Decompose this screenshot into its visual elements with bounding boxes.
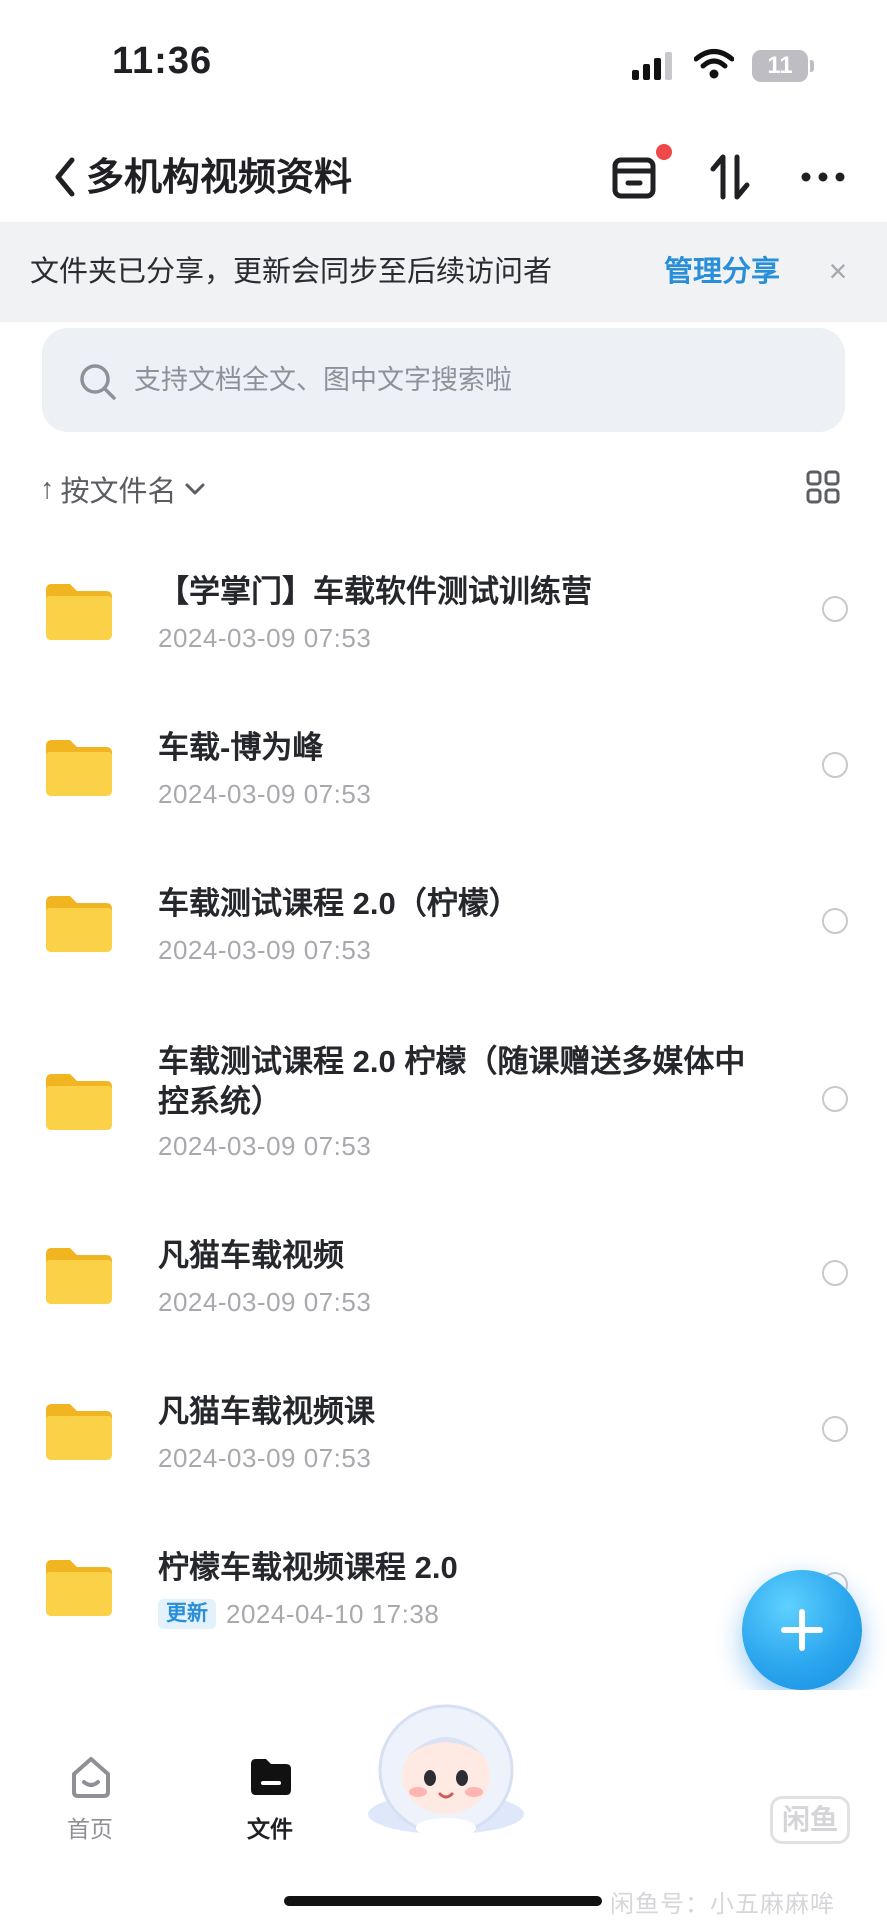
- file-date: 2024-03-09 07:53: [158, 779, 372, 809]
- tab-files-label: 文件: [247, 1816, 293, 1842]
- plus-icon: [781, 1609, 823, 1651]
- file-date: 2024-03-09 07:53: [158, 623, 372, 653]
- file-date: 2024-03-09 07:53: [158, 1287, 372, 1317]
- tab-files[interactable]: 文件: [220, 1754, 320, 1864]
- sort-arrow: ↑: [40, 472, 55, 505]
- search-input[interactable]: 支持文档全文、图中文字搜索啦: [42, 328, 845, 432]
- file-name: 柠檬车载视频课程 2.0: [158, 1550, 458, 1585]
- battery-indicator: 11: [752, 50, 808, 82]
- status-time: 11:36: [112, 40, 213, 82]
- page-title: 多机构视频资料: [86, 157, 353, 199]
- folder-icon: [46, 740, 112, 796]
- folder-icon: [46, 1560, 112, 1616]
- transfer-button[interactable]: [700, 144, 760, 210]
- inbox-icon: [612, 157, 656, 199]
- wifi-icon: [694, 49, 734, 79]
- folder-tab-icon: [251, 1759, 291, 1795]
- share-banner-text: 文件夹已分享，更新会同步至后续访问者: [30, 256, 553, 288]
- more-button[interactable]: [792, 144, 854, 210]
- close-icon[interactable]: ×: [820, 246, 856, 296]
- folder-icon: [46, 1074, 112, 1130]
- sort-by-name-button[interactable]: ↑ 按文件名: [40, 466, 207, 512]
- tab-home[interactable]: 首页: [40, 1754, 140, 1864]
- sort-bar: ↑ 按文件名: [0, 460, 887, 520]
- folder-icon: [46, 584, 112, 640]
- file-name: 凡猫车载视频: [158, 1238, 344, 1273]
- file-date: 2024-03-09 07:53: [158, 935, 372, 965]
- select-radio[interactable]: [822, 1086, 848, 1112]
- search-icon: [80, 364, 116, 400]
- notification-dot: [656, 144, 672, 160]
- file-name: 车载-博为峰: [158, 730, 324, 765]
- mascot-assistant-icon[interactable]: [362, 1696, 530, 1836]
- tab-home-label: 首页: [67, 1816, 113, 1842]
- folder-icon: [46, 896, 112, 952]
- folder-icon: [46, 1248, 112, 1304]
- add-button[interactable]: [742, 1570, 862, 1690]
- more-dots-icon: [801, 172, 845, 182]
- chevron-down-icon: [185, 483, 205, 495]
- file-date: 2024-04-10 17:38: [226, 1599, 440, 1629]
- home-icon: [72, 1757, 110, 1798]
- select-radio[interactable]: [822, 1416, 848, 1442]
- nav-bar: 多机构视频资料: [0, 130, 887, 230]
- select-radio[interactable]: [822, 752, 848, 778]
- status-bar: 11:36 11: [0, 0, 887, 120]
- file-date: 2024-03-09 07:53: [158, 1443, 372, 1473]
- folder-icon: [46, 1404, 112, 1460]
- file-name: 【学掌门】车载软件测试训练营: [158, 574, 592, 609]
- select-radio[interactable]: [822, 908, 848, 934]
- battery-tip: [810, 60, 814, 72]
- select-radio[interactable]: [822, 596, 848, 622]
- signal-icon: [632, 52, 672, 80]
- manage-share-link[interactable]: 管理分享: [664, 252, 780, 292]
- file-name: 凡猫车载视频课: [158, 1394, 375, 1429]
- file-date: 2024-03-09 07:53: [158, 1131, 372, 1161]
- file-name: 车载测试课程 2.0（柠檬）: [158, 886, 520, 921]
- search-placeholder: 支持文档全文、图中文字搜索啦: [134, 365, 512, 395]
- share-banner: 文件夹已分享，更新会同步至后续访问者 管理分享 ×: [0, 222, 887, 322]
- grid-view-icon[interactable]: [806, 470, 840, 504]
- file-name: 车载测试课程 2.0 柠檬（随课赠送多媒体中控系统）: [158, 1044, 746, 1119]
- watermark-text: 闲鱼号：小五麻麻哞: [610, 1891, 835, 1918]
- back-arrow-icon[interactable]: [46, 152, 86, 202]
- update-badge: 更新: [158, 1599, 216, 1629]
- file-meta: 更新 2024-04-10 17:38: [158, 1596, 439, 1632]
- watermark-logo: 闲鱼: [770, 1796, 850, 1844]
- inbox-button[interactable]: [604, 144, 664, 210]
- select-radio[interactable]: [822, 1260, 848, 1286]
- home-indicator: [284, 1896, 602, 1906]
- sort-label: 按文件名: [60, 476, 177, 508]
- transfer-sort-icon: [710, 154, 750, 200]
